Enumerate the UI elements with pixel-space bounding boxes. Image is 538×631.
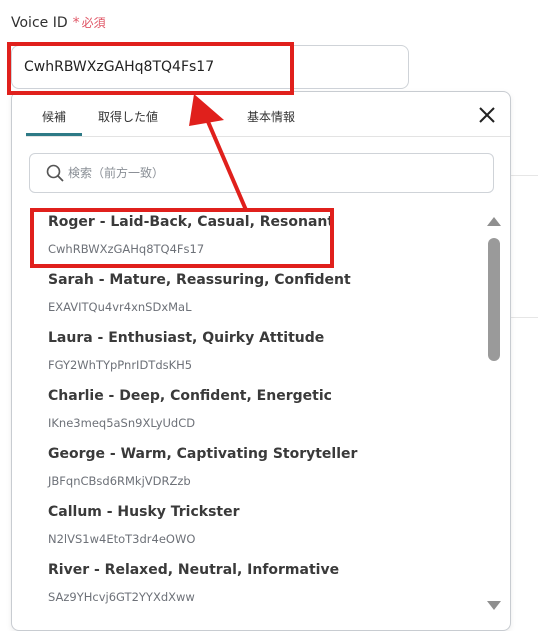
list-item[interactable]: Roger - Laid-Back, Casual, Resonant CwhR… (12, 208, 482, 266)
voice-dropdown-panel: 候補 取得した値 日 基本情報 検索（前方一致） Roger - Laid-Ba… (11, 91, 511, 631)
tab-acquired-values-label: 取得した値 (98, 110, 159, 124)
tab-candidates-label: 候補 (41, 110, 66, 124)
item-name: Callum - Husky Trickster (48, 504, 240, 520)
list-item[interactable]: River - Relaxed, Neutral, Informative SA… (12, 556, 482, 614)
item-name: Roger - Laid-Back, Casual, Resonant (48, 214, 335, 230)
item-name: Laura - Enthusiast, Quirky Attitude (48, 330, 325, 346)
item-id: SAz9YHcvj6GT2YYXdXww (48, 590, 195, 604)
voice-list: Roger - Laid-Back, Casual, Resonant CwhR… (12, 208, 482, 614)
list-item[interactable]: Charlie - Deep, Confident, Energetic IKn… (12, 382, 482, 440)
tab-date[interactable]: 日 (192, 92, 204, 136)
item-name: River - Relaxed, Neutral, Informative (48, 562, 340, 578)
item-id: IKne3meq5aSn9XLyUdCD (48, 416, 196, 430)
tab-basic-info[interactable]: 基本情報 (247, 92, 295, 136)
item-name: George - Warm, Captivating Storyteller (48, 446, 358, 462)
scroll-down-arrow-icon[interactable] (487, 601, 501, 610)
tab-acquired-values[interactable]: 取得した値 (98, 92, 158, 136)
voice-id-input[interactable]: CwhRBWXzGAHq8TQ4Fs17 (11, 45, 409, 89)
item-id: FGY2WhTYpPnrIDTdsKH5 (48, 358, 193, 372)
item-name: Sarah - Mature, Reassuring, Confident (48, 272, 351, 288)
voice-id-label-text: Voice ID (11, 14, 68, 31)
background-divider (511, 175, 538, 176)
required-text: 必須 (81, 16, 106, 30)
close-button[interactable] (478, 106, 496, 124)
list-item[interactable]: George - Warm, Captivating Storyteller J… (12, 440, 482, 498)
item-id: JBFqnCBsd6RMkjVDRZzb (48, 474, 191, 488)
voice-id-label: Voice ID * 必須 (11, 14, 106, 31)
search-field[interactable]: 検索（前方一致） (29, 153, 494, 193)
item-name: Charlie - Deep, Confident, Energetic (48, 388, 332, 404)
required-mark: * (72, 14, 80, 31)
list-item[interactable]: Laura - Enthusiast, Quirky Attitude FGY2… (12, 324, 482, 382)
tab-date-label: 日 (192, 110, 205, 124)
search-placeholder: 検索（前方一致） (68, 166, 165, 180)
item-id: EXAVITQu4vr4xnSDxMaL (48, 300, 192, 314)
list-item[interactable]: Callum - Husky Trickster N2lVS1w4EtoT3dr… (12, 498, 482, 556)
scroll-up-arrow-icon[interactable] (487, 217, 501, 226)
list-item[interactable]: Sarah - Mature, Reassuring, Confident EX… (12, 266, 482, 324)
tab-basic-info-label: 基本情報 (247, 110, 296, 124)
search-icon (46, 164, 64, 182)
scrollbar-thumb[interactable] (488, 238, 500, 361)
tab-candidates[interactable]: 候補 (26, 92, 82, 136)
item-id: N2lVS1w4EtoT3dr4eOWO (48, 532, 196, 546)
item-id: CwhRBWXzGAHq8TQ4Fs17 (48, 242, 205, 256)
background-divider (511, 317, 538, 318)
close-icon (479, 107, 495, 123)
dropdown-tabs: 候補 取得した値 日 基本情報 (26, 92, 510, 137)
